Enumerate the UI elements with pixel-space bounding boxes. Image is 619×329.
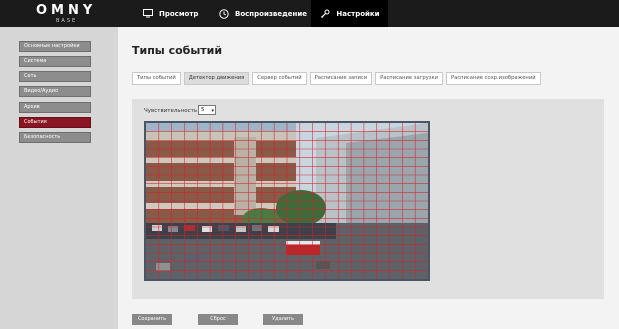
sensitivity-select[interactable]: 5 ▾ [198, 105, 216, 115]
sidebar-item-label: События [24, 119, 47, 125]
sidebar-item-label: Видео/Аудио [24, 88, 59, 94]
sensitivity-value: 5 [201, 107, 205, 113]
delete-button[interactable]: Удалить [263, 314, 303, 325]
sidebar-item-label: Архив [24, 104, 40, 110]
save-button[interactable]: Сохранить [132, 314, 172, 325]
nav-tab-view[interactable]: Просмотр [142, 0, 198, 27]
clock-play-icon [218, 8, 230, 20]
sidebar-item-system[interactable]: Система [19, 56, 91, 67]
sidebar-item-label: Сеть [24, 73, 37, 79]
sidebar-item-basic-settings[interactable]: Основные настройки [19, 41, 91, 52]
nav-tab-settings-label: Настройки [336, 9, 380, 18]
reset-button[interactable]: Сброс [198, 314, 238, 325]
page-title: Типы событий [132, 44, 223, 57]
nav-tab-settings[interactable]: Настройки [311, 0, 388, 27]
logo-main-text: OMNY [36, 3, 97, 18]
top-navigation-bar: OMNY BASE Просмотр Воспроизведение Настр… [0, 0, 619, 27]
omny-logo: OMNY BASE [0, 0, 118, 27]
settings-sidebar: Основные настройки Система Сеть Видео/Ау… [0, 27, 118, 329]
sidebar-item-network[interactable]: Сеть [19, 71, 91, 82]
nav-tab-playback-label: Воспроизведение [235, 9, 307, 18]
tab-snapshot-schedule[interactable]: Расписание сохр.изображений [446, 72, 541, 85]
camera-scene [146, 123, 428, 279]
camera-preview[interactable] [144, 121, 430, 281]
event-tabs: Типы событий Детектор движения Сервер со… [132, 72, 541, 85]
sidebar-item-archive[interactable]: Архив [19, 102, 91, 113]
tab-event-types[interactable]: Типы событий [132, 72, 181, 85]
main-content: Типы событий Типы событий Детектор движе… [118, 27, 619, 329]
tab-event-server[interactable]: Сервер событий [252, 72, 307, 85]
sidebar-item-label: Система [24, 58, 47, 64]
nav-tab-playback[interactable]: Воспроизведение [218, 0, 307, 27]
tab-upload-schedule[interactable]: Расписание загрузки [375, 72, 443, 85]
sidebar-item-video-audio[interactable]: Видео/Аудио [19, 86, 91, 97]
motion-detector-panel: Чувствительность 5 ▾ [132, 99, 604, 299]
monitor-icon [142, 8, 154, 20]
logo-sub-text: BASE [56, 18, 78, 24]
chevron-down-icon: ▾ [211, 108, 214, 114]
sidebar-item-label: Безопасность [24, 134, 61, 140]
sidebar-item-security[interactable]: Безопасность [19, 132, 91, 143]
sidebar-item-events[interactable]: События [19, 117, 91, 128]
sidebar-item-label: Основные настройки [24, 43, 80, 49]
nav-tab-view-label: Просмотр [159, 9, 199, 18]
sensitivity-label: Чувствительность [144, 108, 198, 114]
tab-recording-schedule[interactable]: Расписание записи [309, 72, 373, 85]
tab-motion-detector[interactable]: Детектор движения [183, 72, 250, 85]
settings-icon [319, 8, 331, 20]
